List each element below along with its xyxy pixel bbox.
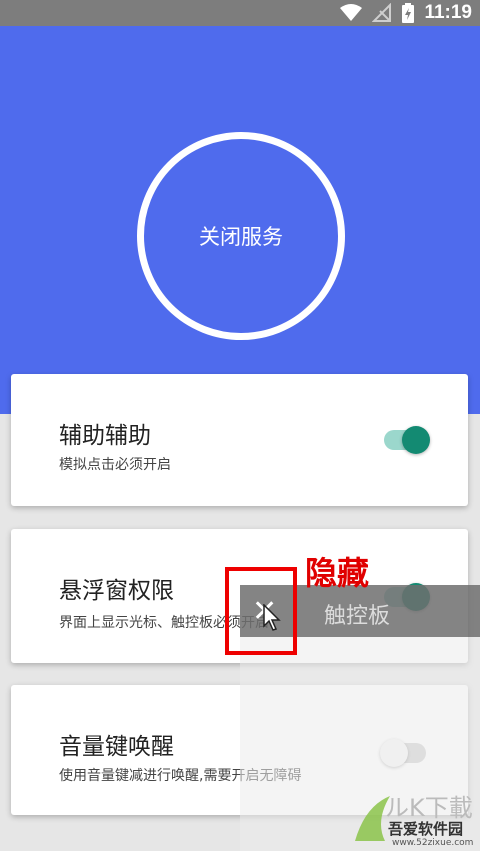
toggle-service-button[interactable]: 关闭服务 [137,132,345,340]
toggle-knob [402,426,430,454]
toggle-service-label: 关闭服务 [199,225,283,249]
annotation-label: 隐藏 [305,554,370,592]
touchpad-label: 触控板 [324,604,391,629]
status-bar: 11:19 [0,0,480,26]
wifi-icon [340,4,363,21]
setting-title: 音量键唤醒 [59,734,174,760]
setting-title: 辅助辅助 [59,423,151,449]
status-icons: 11:19 [340,0,472,26]
highlight-box [225,567,297,655]
setting-subtitle: 模拟点击必须开启 [59,457,171,473]
battery-charging-icon [402,3,415,23]
setting-title: 悬浮窗权限 [59,578,174,604]
watermark-text: 吾爱软件园 [388,820,464,838]
setting-card-accessibility[interactable]: 辅助辅助 模拟点击必须开启 [11,374,468,506]
hero-panel: 关闭服务 [0,26,480,414]
accessibility-toggle[interactable] [384,426,430,454]
no-signal-icon [372,3,392,22]
status-time: 11:19 [424,2,472,23]
watermark-url: www.52zixue.com [392,838,474,848]
